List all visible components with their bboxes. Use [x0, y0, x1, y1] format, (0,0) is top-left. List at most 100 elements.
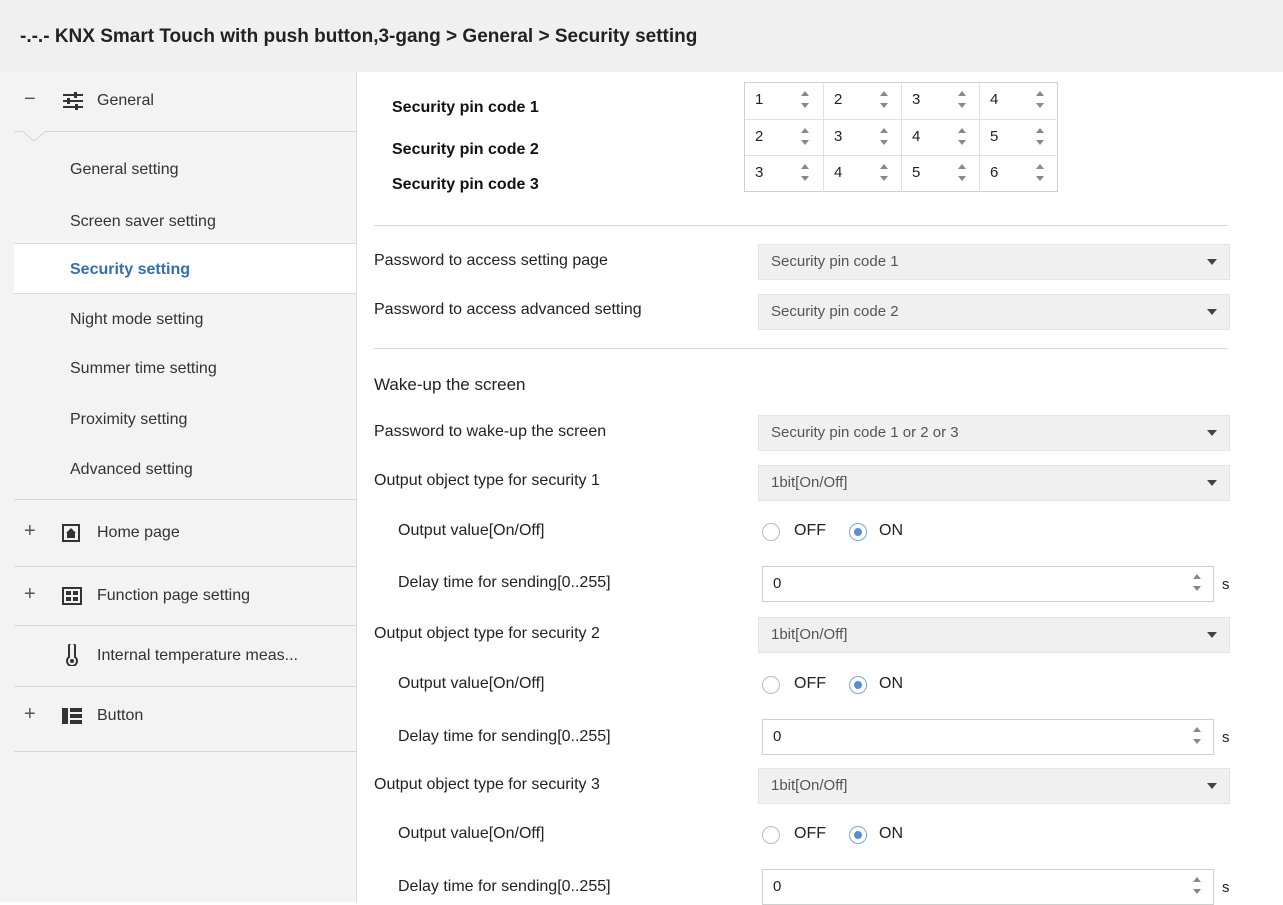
pin-digit-stepper[interactable]: 5	[901, 155, 980, 192]
access-advanced-dropdown[interactable]: Security pin code 2	[758, 294, 1230, 330]
output-2-on-label: ON	[879, 675, 903, 692]
chevron-down-icon	[1207, 632, 1217, 638]
delay-2-unit: s	[1222, 729, 1230, 746]
spinner-icon[interactable]	[801, 164, 811, 184]
sidebar-item-advanced-setting[interactable]: Advanced setting	[70, 461, 193, 479]
expand-icon[interactable]: +	[24, 520, 36, 543]
sidebar-group-general[interactable]: − General	[0, 72, 356, 132]
spinner-icon[interactable]	[880, 128, 890, 148]
spinner-icon[interactable]	[880, 91, 890, 111]
output-type-2-label: Output object type for security 2	[374, 625, 600, 642]
chevron-down-icon	[1207, 480, 1217, 486]
pin-code-1-label: Security pin code 1	[392, 99, 539, 116]
output-2-off-radio[interactable]	[762, 676, 780, 694]
pin-digit: 6	[990, 164, 999, 181]
divider	[14, 131, 356, 132]
button-list-icon	[62, 708, 82, 724]
divider	[374, 348, 1228, 349]
output-type-1-label: Output object type for security 1	[374, 472, 600, 489]
spinner-icon[interactable]	[1193, 574, 1203, 594]
spinner-icon[interactable]	[958, 91, 968, 111]
chevron-down-icon	[1207, 309, 1217, 315]
wake-up-heading: Wake-up the screen	[374, 375, 526, 394]
output-3-off-radio[interactable]	[762, 826, 780, 844]
breadcrumb-title: -.-.- KNX Smart Touch with push button,3…	[20, 26, 698, 47]
expand-icon[interactable]: +	[24, 703, 36, 726]
access-setting-dropdown[interactable]: Security pin code 1	[758, 244, 1230, 280]
sidebar-item-security-setting[interactable]: Security setting	[70, 261, 190, 279]
pin-digit-stepper[interactable]: 2	[823, 83, 902, 119]
dropdown-value: Security pin code 1 or 2 or 3	[771, 424, 959, 441]
output-1-off-radio[interactable]	[762, 523, 780, 541]
collapse-icon[interactable]: −	[24, 88, 36, 111]
pin-digit-stepper[interactable]: 6	[979, 155, 1058, 192]
dropdown-value: Security pin code 1	[771, 253, 899, 270]
spinner-icon[interactable]	[1036, 91, 1046, 111]
sidebar-internal-temperature-label: Internal temperature meas...	[97, 647, 298, 664]
input-value: 0	[773, 878, 782, 895]
sidebar-group-internal-temperature[interactable]: Internal temperature meas...	[0, 626, 356, 686]
delay-2-input[interactable]: 0	[762, 719, 1214, 755]
delay-1-input[interactable]: 0	[762, 566, 1214, 602]
spinner-icon[interactable]	[801, 128, 811, 148]
spinner-icon[interactable]	[1036, 128, 1046, 148]
output-3-on-label: ON	[879, 825, 903, 842]
sidebar-item-summer-time-setting[interactable]: Summer time setting	[70, 360, 217, 378]
pin-digit-stepper[interactable]: 3	[901, 83, 980, 119]
spinner-icon[interactable]	[801, 91, 811, 111]
pin-digit: 4	[990, 91, 999, 108]
title-bar: -.-.- KNX Smart Touch with push button,3…	[0, 0, 1283, 72]
chevron-down-icon	[1207, 259, 1217, 265]
pin-digit-stepper[interactable]: 3	[745, 155, 823, 192]
chevron-down-icon	[1207, 430, 1217, 436]
delay-3-input[interactable]: 0	[762, 869, 1214, 905]
pin-digit: 2	[834, 91, 843, 108]
spinner-icon[interactable]	[958, 128, 968, 148]
pin-digit-stepper[interactable]: 4	[979, 83, 1058, 119]
sliders-icon	[62, 92, 84, 110]
sidebar-item-screen-saver-setting[interactable]: Screen saver setting	[70, 213, 216, 231]
pin-digit: 3	[834, 128, 843, 145]
sidebar-item-night-mode-setting[interactable]: Night mode setting	[70, 311, 203, 329]
sidebar-group-function-page[interactable]: + Function page setting	[0, 567, 356, 625]
output-type-3-label: Output object type for security 3	[374, 776, 600, 793]
thermometer-icon	[65, 642, 79, 667]
expand-icon[interactable]: +	[24, 583, 36, 606]
output-2-on-radio[interactable]	[849, 676, 867, 694]
sidebar-group-home-page[interactable]: + Home page	[0, 500, 356, 566]
pin-code-3-label: Security pin code 3	[392, 176, 539, 193]
pin-digit-stepper[interactable]: 3	[823, 119, 902, 156]
sidebar-function-page-label: Function page setting	[97, 587, 250, 604]
pin-digit: 4	[834, 164, 843, 181]
output-3-on-radio[interactable]	[849, 826, 867, 844]
output-1-off-label: OFF	[794, 522, 826, 539]
output-1-on-label: ON	[879, 522, 903, 539]
output-type-3-dropdown[interactable]: 1bit[On/Off]	[758, 768, 1230, 804]
pin-digit-stepper[interactable]: 4	[823, 155, 902, 192]
output-1-on-radio[interactable]	[849, 523, 867, 541]
sidebar-home-page-label: Home page	[97, 524, 180, 541]
pin-digit: 4	[912, 128, 921, 145]
pin-digit-stepper[interactable]: 2	[745, 119, 823, 156]
spinner-icon[interactable]	[1193, 727, 1203, 747]
output-type-1-dropdown[interactable]: 1bit[On/Off]	[758, 465, 1230, 501]
spinner-icon[interactable]	[880, 164, 890, 184]
dropdown-value: 1bit[On/Off]	[771, 474, 848, 491]
pin-digit-stepper[interactable]: 5	[979, 119, 1058, 156]
pin-code-grid: 1 2 3 4 2 3 4 5 3 4 5 6	[744, 82, 1058, 192]
delay-3-unit: s	[1222, 879, 1230, 896]
chevron-down-icon	[1207, 783, 1217, 789]
pin-digit-stepper[interactable]: 4	[901, 119, 980, 156]
pin-digit-stepper[interactable]: 1	[745, 83, 823, 119]
sidebar: − General General setting Screen saver s…	[0, 72, 357, 902]
spinner-icon[interactable]	[1193, 877, 1203, 897]
spinner-icon[interactable]	[1036, 164, 1046, 184]
output-type-2-dropdown[interactable]: 1bit[On/Off]	[758, 617, 1230, 653]
wake-password-dropdown[interactable]: Security pin code 1 or 2 or 3	[758, 415, 1230, 451]
input-value: 0	[773, 575, 782, 592]
spinner-icon[interactable]	[958, 164, 968, 184]
sidebar-item-general-setting[interactable]: General setting	[70, 161, 179, 179]
sidebar-item-proximity-setting[interactable]: Proximity setting	[70, 411, 187, 429]
pointer-notch-icon	[22, 131, 46, 142]
sidebar-group-button[interactable]: + Button	[0, 687, 356, 751]
